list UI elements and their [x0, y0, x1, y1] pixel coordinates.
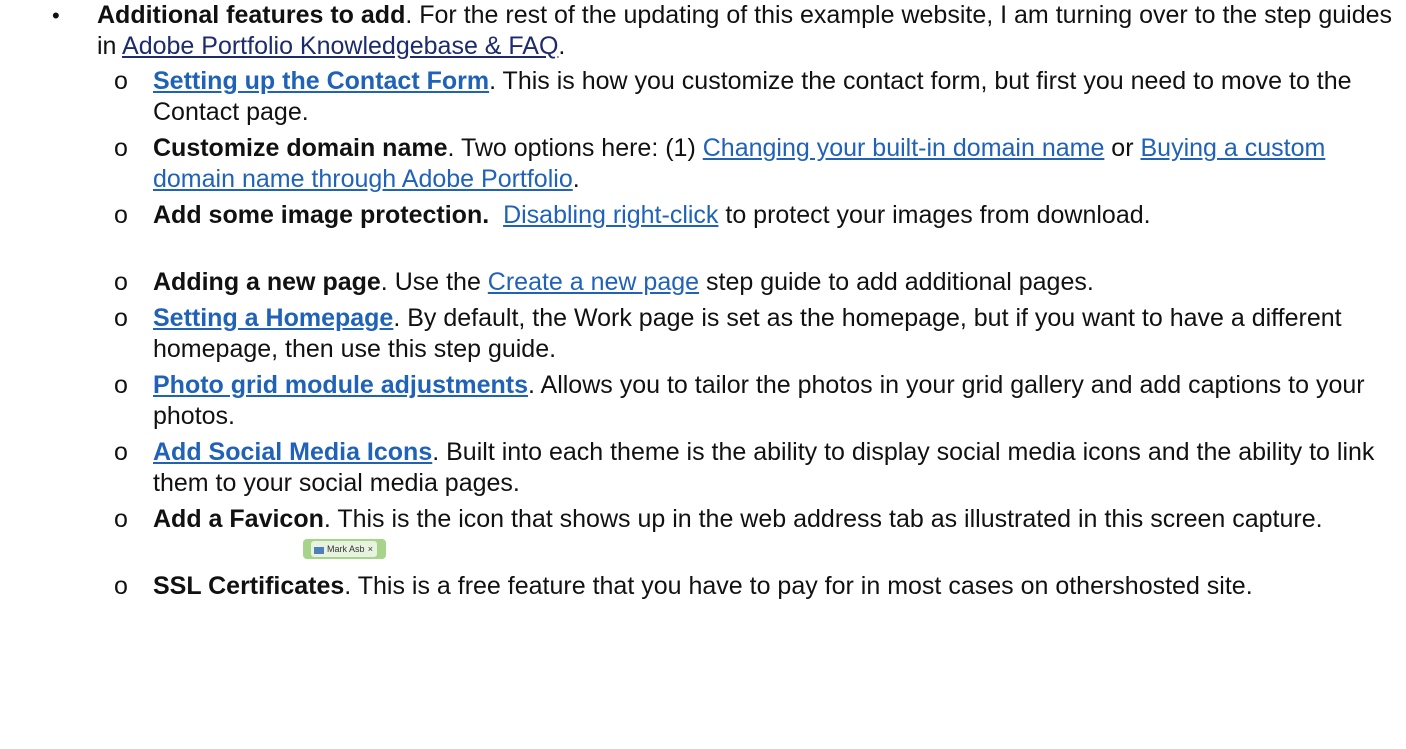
photo-grid-link[interactable]: Photo grid module adjustments [153, 371, 528, 399]
builtin-domain-link[interactable]: Changing your built-in domain name [703, 134, 1105, 162]
main-list-item: • Additional features to add. For the re… [52, 0, 1392, 62]
list-item-heading: Add a Favicon [153, 505, 324, 533]
list-item-text: Setting up the Contact Form. This is how… [153, 66, 1399, 128]
list-item-body [489, 201, 503, 229]
list-item-body: . This is the icon that shows up in the … [323, 505, 1323, 533]
list-item-body: . Two options here: (1) [447, 134, 703, 162]
list-item-heading: Adding a new page [153, 268, 381, 296]
close-icon: × [367, 544, 373, 555]
list-item-text: Photo grid module adjustments. Allows yo… [153, 370, 1399, 432]
list-item-heading: Customize domain name [153, 134, 448, 162]
list-item-body: . This is a free feature that you have t… [344, 572, 1253, 600]
circle-bullet-icon: o [114, 505, 128, 533]
list-item-body: to protect your images from download. [718, 201, 1151, 229]
list-item-contact-form: o Setting up the Contact Form. This is h… [114, 66, 1399, 128]
knowledgebase-link[interactable]: Adobe Portfolio Knowledgebase & FAQ [122, 32, 558, 60]
circle-bullet-icon: o [114, 268, 128, 296]
circle-bullet-icon: o [114, 438, 128, 466]
social-media-link[interactable]: Add Social Media Icons [153, 438, 432, 466]
circle-bullet-icon: o [114, 67, 128, 95]
list-item-text: Add a Favicon. This is the icon that sho… [153, 504, 1399, 566]
list-item-social-media: o Add Social Media Icons. Built into eac… [114, 437, 1399, 499]
browser-tab-screenshot: Mark Asb × [303, 539, 386, 560]
main-item-heading: Additional features to add [97, 1, 406, 29]
favicon-icon [314, 546, 324, 554]
list-item-heading: SSL Certificates [153, 572, 345, 600]
main-item-text: Additional features to add. For the rest… [97, 0, 1397, 62]
circle-bullet-icon: o [114, 201, 128, 229]
list-item-body: . Use the [380, 268, 488, 296]
circle-bullet-icon: o [114, 572, 128, 600]
list-item-text: SSL Certificates. This is a free feature… [153, 571, 1399, 602]
bullet-icon: • [52, 3, 60, 28]
list-item-text: Setting a Homepage. By default, the Work… [153, 303, 1399, 365]
document-page: • Additional features to add. For the re… [0, 0, 1406, 749]
list-item-text: Add some image protection. Disabling rig… [153, 200, 1399, 231]
circle-bullet-icon: o [114, 371, 128, 399]
main-item-end: . [558, 32, 566, 60]
list-item-body: step guide to add additional pages. [699, 268, 1094, 296]
create-page-link[interactable]: Create a new page [488, 268, 699, 296]
circle-bullet-icon: o [114, 304, 128, 332]
list-item-homepage: o Setting a Homepage. By default, the Wo… [114, 303, 1399, 365]
browser-tab: Mark Asb × [311, 541, 377, 558]
list-item-ssl: o SSL Certificates. This is a free featu… [114, 571, 1399, 633]
list-item-end: . [572, 165, 580, 193]
list-item-body: or [1104, 134, 1141, 162]
list-item-heading: Add some image protection. [153, 201, 490, 229]
list-item-photo-grid: o Photo grid module adjustments. Allows … [114, 370, 1399, 432]
tab-label: Mark Asb [327, 544, 365, 555]
contact-form-link[interactable]: Setting up the Contact Form [153, 67, 489, 95]
list-item-image-protection: o Add some image protection. Disabling r… [114, 200, 1399, 262]
list-item-new-page: o Adding a new page. Use the Create a ne… [114, 267, 1399, 298]
list-item-favicon: o Add a Favicon. This is the icon that s… [114, 504, 1399, 566]
homepage-link[interactable]: Setting a Homepage [153, 304, 393, 332]
list-item-text: Customize domain name. Two options here:… [153, 133, 1399, 195]
list-item-domain-name: o Customize domain name. Two options her… [114, 133, 1399, 195]
circle-bullet-icon: o [114, 134, 128, 162]
disable-right-click-link[interactable]: Disabling right-click [503, 201, 718, 229]
list-item-text: Adding a new page. Use the Create a new … [153, 267, 1399, 298]
list-item-text: Add Social Media Icons. Built into each … [153, 437, 1399, 499]
